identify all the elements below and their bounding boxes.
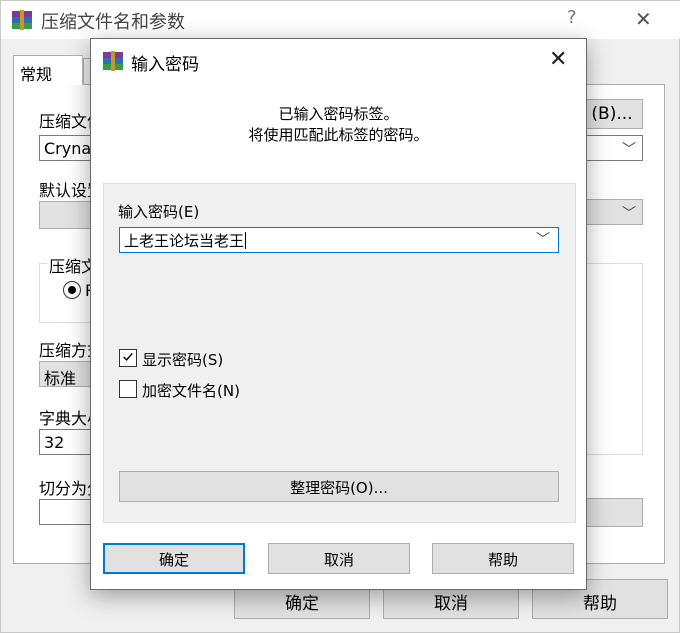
chevron-down-icon: ﹀: [622, 206, 636, 222]
password-label: 输入密码(E): [118, 203, 200, 221]
close-icon[interactable]: ✕: [635, 7, 652, 31]
organize-passwords-button[interactable]: 整理密码(O)...: [119, 471, 559, 502]
encrypt-filenames-checkbox[interactable]: [119, 380, 137, 398]
archive-name-dropdown[interactable]: ﹀: [586, 135, 643, 161]
dialog-title: 输入密码: [131, 55, 199, 75]
show-password-checkbox[interactable]: [119, 349, 137, 367]
winrar-app-icon: [103, 51, 123, 71]
info-text-line2: 将使用匹配此标签的密码。: [248, 126, 429, 144]
rar-radio[interactable]: [63, 281, 81, 299]
encrypt-filenames-label[interactable]: 加密文件名(N): [142, 380, 240, 401]
winrar-app-icon: [12, 10, 32, 30]
chevron-down-icon[interactable]: ﹀: [536, 229, 550, 249]
password-input[interactable]: 上老王论坛当老王 ﹀: [119, 227, 559, 253]
cancel-button[interactable]: 取消: [268, 543, 410, 574]
profiles-button[interactable]: [39, 201, 93, 229]
main-window-title: 压缩文件名和参数: [41, 12, 185, 33]
dict-size-dropdown[interactable]: 32: [39, 429, 93, 455]
method-dropdown[interactable]: 标准: [39, 361, 93, 387]
tab-general[interactable]: 常规: [13, 55, 83, 85]
close-icon[interactable]: ✕: [549, 47, 567, 72]
password-dialog: 输入密码 ✕ 已输入密码标签。 将使用匹配此标签的密码。 输入密码(E) 上老王…: [90, 38, 587, 590]
ok-button[interactable]: 确定: [103, 543, 245, 574]
split-volumes-input[interactable]: [39, 499, 93, 525]
show-password-label[interactable]: 显示密码(S): [142, 349, 223, 370]
text-caret: [245, 232, 247, 249]
password-value: 上老王论坛当老王: [124, 232, 245, 250]
info-text-line1: 已输入密码标签。: [278, 105, 399, 123]
options-group: [586, 263, 643, 455]
browse-button[interactable]: (B)...: [581, 99, 643, 129]
set-password-button[interactable]: [586, 498, 643, 527]
help-icon[interactable]: ?: [567, 7, 577, 28]
checkmark-icon: [123, 352, 133, 361]
dialog-title-bar: 输入密码 ✕: [91, 39, 586, 83]
chevron-down-icon: ﹀: [622, 142, 636, 158]
help-button[interactable]: 帮助: [432, 543, 574, 574]
update-mode-dropdown[interactable]: ﹀: [586, 199, 643, 225]
main-title-bar: 压缩文件名和参数 ? ✕: [1, 1, 680, 39]
